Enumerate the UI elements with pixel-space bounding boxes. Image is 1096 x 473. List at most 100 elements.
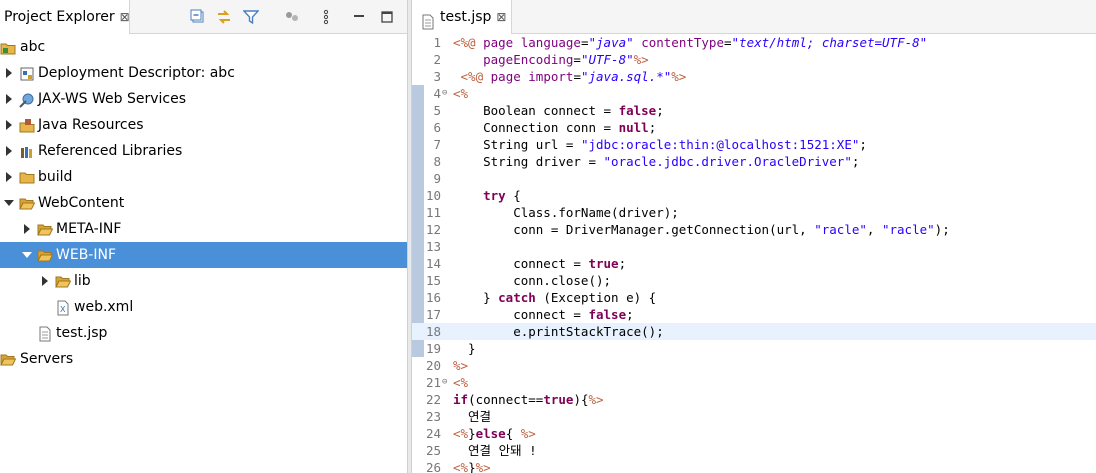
project-explorer-panel: Project Explorer ⊠ abc Deployment Descri… xyxy=(0,0,407,473)
tree-item-lib[interactable]: lib xyxy=(0,268,407,294)
code-line[interactable]: 4 ⊖ <% xyxy=(412,85,1096,102)
project-icon xyxy=(0,39,16,55)
tree-item-build[interactable]: build xyxy=(0,164,407,190)
code-line[interactable]: 11 Class.forName(driver); xyxy=(412,204,1096,221)
tree-item-jax-ws-web-services[interactable]: JAX-WS Web Services xyxy=(0,86,407,112)
line-number: 3 xyxy=(433,69,441,84)
code-token: <% xyxy=(453,86,469,101)
code-line[interactable]: 8 String driver = "oracle.jdbc.driver.Or… xyxy=(412,153,1096,170)
explorer-tab-bar: Project Explorer ⊠ xyxy=(0,0,407,34)
tree-item-web-inf[interactable]: WEB-INF xyxy=(0,242,407,268)
chevron-right-icon[interactable] xyxy=(3,112,15,138)
code-line[interactable]: 20 %> xyxy=(412,357,1096,374)
code-token: <% xyxy=(453,460,469,473)
code-line[interactable]: 9 xyxy=(412,170,1096,187)
code-line[interactable]: 23 연결 xyxy=(412,408,1096,425)
editor-tab-label: test.jsp ⊠ xyxy=(440,0,506,34)
code-line[interactable]: 1 <%@ page language="java" contentType="t… xyxy=(412,34,1096,51)
code-line[interactable]: 21 ⊖ <% xyxy=(412,374,1096,391)
fold-toggle-icon[interactable]: ⊖ xyxy=(442,374,452,391)
fold-toggle-icon[interactable]: ⊖ xyxy=(442,85,452,102)
tree-item-meta-inf[interactable]: META-INF xyxy=(0,216,407,242)
chevron-right-icon[interactable] xyxy=(3,86,15,112)
code-text: <%}else{ %> xyxy=(453,425,536,442)
chevron-right-icon[interactable] xyxy=(21,216,33,242)
line-number: 19 xyxy=(425,341,441,356)
line-number: 5 xyxy=(433,103,441,118)
code-token: } xyxy=(453,341,476,356)
code-line[interactable]: 16 } catch (Exception e) { xyxy=(412,289,1096,306)
code-token: ){ xyxy=(573,392,589,407)
code-line[interactable]: 22 if(connect==true){%> xyxy=(412,391,1096,408)
code-line[interactable]: 3 <%@ page import="java.sql.*"%> xyxy=(412,68,1096,85)
close-icon[interactable]: ⊠ xyxy=(496,0,506,34)
code-line[interactable]: 18 e.printStackTrace(); xyxy=(412,323,1096,340)
maximize-icon[interactable] xyxy=(378,8,396,26)
code-line[interactable]: 17 connect = false; xyxy=(412,306,1096,323)
code-text: if(connect==true){%> xyxy=(453,391,604,408)
code-line[interactable]: 2 pageEncoding="UTF-8"%> xyxy=(412,51,1096,68)
libraries-icon xyxy=(19,143,35,159)
code-line[interactable]: 13 xyxy=(412,238,1096,255)
tree-item-web-xml[interactable]: X web.xml xyxy=(0,294,407,320)
code-editor[interactable]: test.jsp ⊠ 1 <%@ page language="java" cont… xyxy=(412,0,1096,473)
chevron-right-icon[interactable] xyxy=(3,138,15,164)
tree-item-test-jsp[interactable]: test.jsp xyxy=(0,320,407,346)
code-line[interactable]: 5 Boolean connect = false; xyxy=(412,102,1096,119)
code-line[interactable]: 15 conn.close(); xyxy=(412,272,1096,289)
code-token: 연결 xyxy=(453,409,492,424)
code-token: %> xyxy=(475,460,491,473)
code-line[interactable]: 12 conn = DriverManager.getConnection(ur… xyxy=(412,221,1096,238)
minimize-icon[interactable] xyxy=(350,8,368,26)
code-line[interactable]: 24 <%}else{ %> xyxy=(412,425,1096,442)
code-token: Boolean connect = xyxy=(453,103,619,118)
code-token: <% xyxy=(453,375,469,390)
link-with-editor-icon[interactable] xyxy=(215,8,233,26)
tree-item-label: Java Resources xyxy=(38,117,144,133)
svg-text:X: X xyxy=(60,305,66,314)
view-menu-icon[interactable] xyxy=(317,8,335,26)
java-resources-icon xyxy=(19,117,35,133)
line-number: 21 xyxy=(425,375,441,390)
code-line[interactable]: 25 연결 안돼 ! xyxy=(412,442,1096,459)
project-explorer-tab[interactable]: Project Explorer ⊠ xyxy=(0,0,130,34)
code-token: String driver = xyxy=(453,154,604,169)
code-line[interactable]: 7 String url = "jdbc:oracle:thin:@localh… xyxy=(412,136,1096,153)
code-token: { xyxy=(505,426,521,441)
filter-icon[interactable] xyxy=(242,8,260,26)
code-line[interactable]: 10 try { xyxy=(412,187,1096,204)
tree-item-label: Referenced Libraries xyxy=(38,143,183,159)
code-token: "jdbc:oracle:thin:@localhost:1521:XE" xyxy=(580,137,860,152)
chevron-right-icon[interactable] xyxy=(3,60,15,86)
code-line[interactable]: 14 connect = true; xyxy=(412,255,1096,272)
code-token: = xyxy=(573,69,581,84)
deployment-descriptor-icon xyxy=(19,65,35,81)
code-token: String url = xyxy=(453,137,581,152)
tree-item-referenced-libraries[interactable]: Referenced Libraries xyxy=(0,138,407,164)
code-text: 연결 안돼 ! xyxy=(453,442,537,459)
chevron-right-icon[interactable] xyxy=(39,268,51,294)
code-line[interactable]: 6 Connection conn = null; xyxy=(412,119,1096,136)
chevron-down-icon[interactable] xyxy=(3,190,15,216)
overview-icon[interactable] xyxy=(283,8,301,26)
code-token: = xyxy=(573,52,581,67)
code-token: 연결 안돼 ! xyxy=(453,443,537,458)
code-token: conn = DriverManager.getConnection(url, xyxy=(453,222,815,237)
tree-item-java-resources[interactable]: Java Resources xyxy=(0,112,407,138)
collapse-all-icon[interactable] xyxy=(189,8,207,26)
code-token: pageEncoding xyxy=(483,52,574,67)
code-token: { xyxy=(505,188,521,203)
tree-item-label: META-INF xyxy=(56,221,122,237)
chevron-down-icon[interactable] xyxy=(21,242,33,268)
code-text: conn = DriverManager.getConnection(url, … xyxy=(453,221,950,238)
code-line[interactable]: 19 } xyxy=(412,340,1096,357)
editor-tab-test-jsp[interactable]: test.jsp ⊠ xyxy=(412,0,512,34)
tree-item-servers[interactable]: Servers xyxy=(0,346,407,372)
tree-item-deployment-descriptor[interactable]: Deployment Descriptor: abc xyxy=(0,60,407,86)
code-line[interactable]: 26 <%}%> xyxy=(412,459,1096,473)
chevron-right-icon[interactable] xyxy=(3,164,15,190)
tree-item-abc[interactable]: abc xyxy=(0,34,407,60)
tree-item-webcontent[interactable]: WebContent xyxy=(0,190,407,216)
close-icon[interactable]: ⊠ xyxy=(120,0,130,34)
code-token: <%@ xyxy=(460,69,491,84)
